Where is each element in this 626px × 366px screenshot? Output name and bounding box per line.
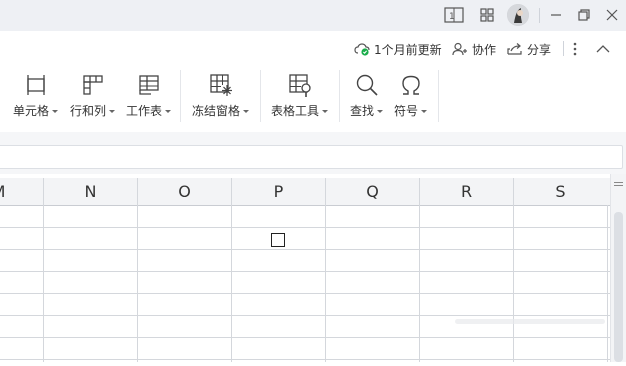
gridlines <box>0 205 610 362</box>
dropdown-caret-icon <box>52 109 59 113</box>
cloud-status-text: 1个月前更新 <box>374 42 442 57</box>
checkbox-icon[interactable] <box>271 233 285 247</box>
column-header-m[interactable]: M <box>0 178 43 205</box>
title-bar: 1 <box>0 0 626 31</box>
svg-text:1: 1 <box>449 12 455 22</box>
symbol-label: 符号 <box>394 104 419 118</box>
freeze-panes-icon <box>208 72 234 98</box>
ribbon-toolbar: 单元格 行和列 工作表 冻结窗格 表格工具 查找 符号 <box>0 66 626 132</box>
rows-columns-label: 行和列 <box>70 104 107 118</box>
share-button[interactable]: 分享 <box>507 40 551 58</box>
apps-grid-icon[interactable] <box>477 5 497 25</box>
formula-input[interactable] <box>0 145 623 169</box>
ribbon-divider <box>339 70 340 122</box>
collaborate-label: 协作 <box>472 42 497 57</box>
close-icon[interactable] <box>602 5 622 25</box>
avatar[interactable] <box>507 4 529 26</box>
cell-label: 单元格 <box>13 104 50 118</box>
column-header-r[interactable]: R <box>419 178 513 205</box>
table-tools-button[interactable]: 表格工具 <box>271 72 329 119</box>
formula-bar <box>0 142 626 174</box>
scrollbar-grip-icon <box>614 182 623 186</box>
search-icon <box>354 72 380 98</box>
dropdown-caret-icon <box>322 109 329 113</box>
ribbon-divider <box>438 70 439 122</box>
minimize-icon[interactable] <box>546 5 566 25</box>
cell-icon <box>23 72 49 98</box>
freeze-panes-label: 冻结窗格 <box>192 104 241 118</box>
worksheet-label: 工作表 <box>126 104 163 118</box>
more-options-icon[interactable] <box>573 40 581 58</box>
worksheet-icon <box>136 72 162 98</box>
reading-mode-icon[interactable]: 1 <box>444 5 464 25</box>
table-tools-label: 表格工具 <box>271 104 320 118</box>
cloud-check-icon <box>354 43 370 56</box>
titlebar-divider <box>539 8 540 23</box>
column-header-q[interactable]: Q <box>325 178 419 205</box>
dropdown-caret-icon <box>377 109 384 113</box>
collaborate-icon <box>452 42 467 56</box>
symbol-omega-icon <box>398 72 424 98</box>
freeze-panes-button[interactable]: 冻结窗格 <box>192 72 250 119</box>
inforow-divider <box>563 41 564 56</box>
table-tools-icon <box>287 72 313 98</box>
cell-button[interactable]: 单元格 <box>13 72 59 119</box>
ribbon-divider <box>260 70 261 122</box>
scrollbar-thumb[interactable] <box>614 212 623 362</box>
find-button[interactable]: 查找 <box>350 72 384 119</box>
collapse-ribbon-icon[interactable] <box>596 40 614 58</box>
column-header-n[interactable]: N <box>43 178 137 205</box>
share-icon <box>507 43 522 55</box>
cell-grid[interactable] <box>0 205 610 362</box>
dropdown-caret-icon <box>421 109 428 113</box>
rows-columns-button[interactable]: 行和列 <box>70 72 116 119</box>
ribbon-gap <box>0 132 626 142</box>
worksheet-button[interactable]: 工作表 <box>126 72 172 119</box>
column-headers: M N O P Q R S <box>0 178 610 206</box>
symbol-button[interactable]: 符号 <box>394 72 428 119</box>
cloud-sync-status[interactable]: 1个月前更新 <box>354 40 442 58</box>
column-header-s[interactable]: S <box>513 178 607 205</box>
vertical-scrollbar[interactable] <box>610 174 626 362</box>
smudge-mark <box>455 319 605 324</box>
dropdown-caret-icon <box>243 109 250 113</box>
document-status-bar: 1个月前更新 协作 分享 <box>0 31 626 66</box>
share-label: 分享 <box>527 42 552 57</box>
rows-columns-icon <box>80 72 106 98</box>
restore-icon[interactable] <box>574 5 594 25</box>
find-label: 查找 <box>350 104 375 118</box>
ribbon-divider <box>180 70 181 122</box>
dropdown-caret-icon <box>165 109 172 113</box>
column-header-p[interactable]: P <box>231 178 325 205</box>
column-header-o[interactable]: O <box>137 178 231 205</box>
collaborate-button[interactable]: 协作 <box>452 40 496 58</box>
dropdown-caret-icon <box>109 109 116 113</box>
